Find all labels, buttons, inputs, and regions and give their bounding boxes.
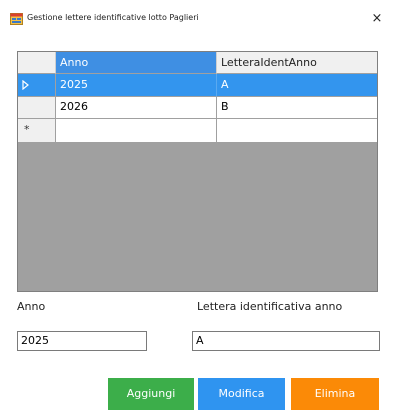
window-title: Gestione lettere identificative lotto Pa… bbox=[27, 13, 199, 22]
column-header-lettera[interactable]: LetteraIdentAnno bbox=[217, 52, 377, 74]
anno-input[interactable]: 2025 bbox=[17, 331, 147, 351]
table-cell-lettera[interactable]: A bbox=[217, 74, 377, 97]
table-cell-anno[interactable]: 2026 bbox=[56, 97, 217, 119]
new-row-marker: * bbox=[24, 123, 30, 136]
table-cell-anno[interactable]: 2025 bbox=[56, 74, 217, 97]
column-header-anno[interactable]: Anno bbox=[56, 52, 217, 74]
row-header-1[interactable] bbox=[18, 74, 56, 97]
row-header-2[interactable] bbox=[18, 97, 56, 119]
current-row-arrow-icon bbox=[22, 80, 29, 90]
row-header-new[interactable]: * bbox=[18, 119, 56, 143]
modifica-button[interactable]: Modifica bbox=[198, 378, 285, 410]
anno-label: Anno bbox=[17, 300, 46, 313]
lettera-input[interactable]: A bbox=[192, 331, 380, 351]
data-grid[interactable]: Anno LetteraIdentAnno 2025 A 2026 B * bbox=[17, 51, 378, 292]
new-row-cell-lettera[interactable] bbox=[217, 119, 377, 143]
form-icon bbox=[10, 13, 23, 25]
aggiungi-button[interactable]: Aggiungi bbox=[108, 378, 194, 410]
lettera-label: Lettera identificativa anno bbox=[197, 300, 343, 313]
table-cell-lettera[interactable]: B bbox=[217, 97, 377, 119]
title-bar: Gestione lettere identificative lotto Pa… bbox=[0, 0, 396, 40]
close-button[interactable]: × bbox=[362, 6, 392, 32]
new-row-cell-anno[interactable] bbox=[56, 119, 217, 143]
close-icon: × bbox=[371, 11, 383, 26]
grid-corner-header[interactable] bbox=[18, 52, 56, 74]
elimina-button[interactable]: Elimina bbox=[291, 378, 379, 410]
